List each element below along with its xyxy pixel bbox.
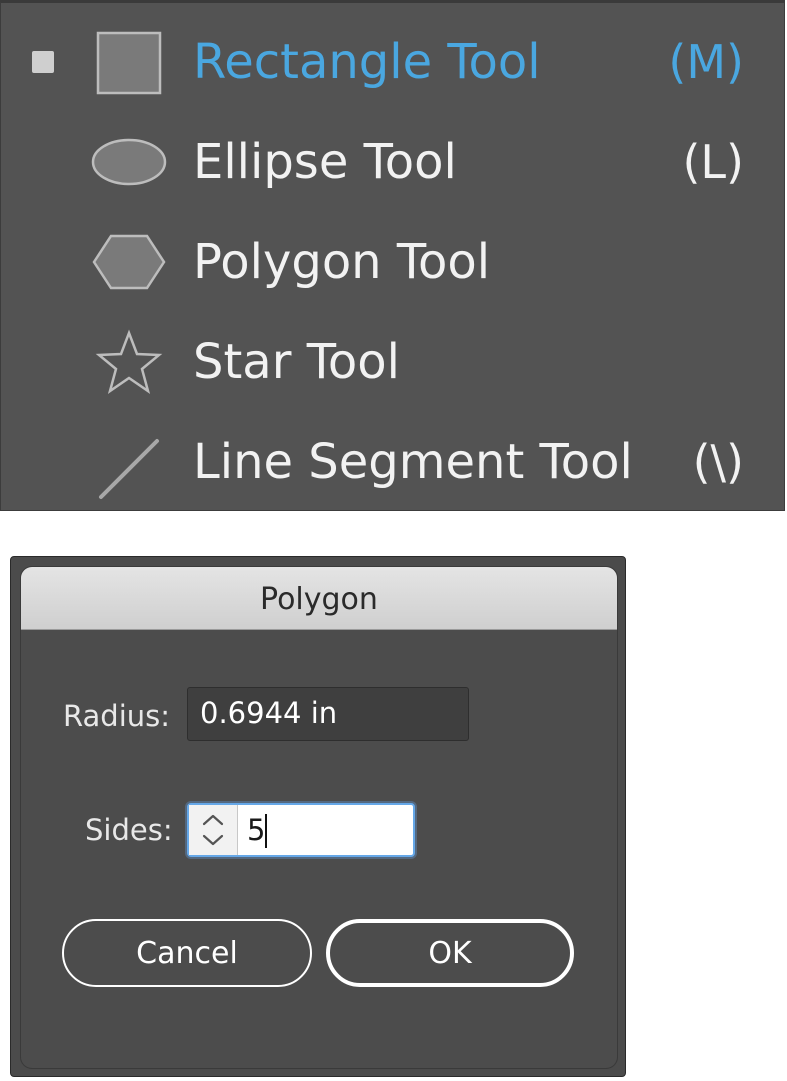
sides-label: Sides: <box>85 813 173 847</box>
menu-item-label: Ellipse Tool <box>193 134 457 190</box>
radius-input[interactable]: 0.6944 in <box>187 687 469 741</box>
stepper-chevrons-icon <box>202 814 224 846</box>
text-caret <box>265 814 267 848</box>
ellipse-icon <box>91 138 167 186</box>
menu-item-shortcut: (L) <box>682 135 744 189</box>
dialog-titlebar[interactable]: Polygon <box>21 567 617 630</box>
dialog-frame: Polygon Radius: 0.6944 in Sides: 5 Cance… <box>20 566 618 1069</box>
menu-item-star-tool[interactable]: Star Tool <box>1 312 786 412</box>
sides-stepper[interactable] <box>189 805 238 855</box>
page: Rectangle Tool (M) Ellipse Tool (L) Poly… <box>0 0 787 1081</box>
line-segment-icon <box>99 439 159 499</box>
menu-item-label: Star Tool <box>193 334 400 390</box>
radius-label: Radius: <box>63 699 171 733</box>
menu-item-shortcut: (\) <box>692 435 744 489</box>
cancel-button[interactable]: Cancel <box>62 919 312 987</box>
polygon-icon <box>92 234 166 290</box>
menu-item-label: Polygon Tool <box>193 234 491 290</box>
menu-item-line-segment-tool[interactable]: Line Segment Tool (\) <box>1 412 786 512</box>
menu-item-rectangle-tool[interactable]: Rectangle Tool (M) <box>1 12 786 112</box>
sides-input[interactable]: 5 <box>247 813 265 847</box>
menu-item-shortcut: (M) <box>668 35 744 89</box>
menu-item-label: Rectangle Tool <box>193 34 541 90</box>
star-icon <box>95 329 163 394</box>
active-tool-indicator <box>32 51 54 73</box>
rectangle-icon <box>96 31 162 95</box>
menu-item-ellipse-tool[interactable]: Ellipse Tool (L) <box>1 112 786 212</box>
menu-item-label: Line Segment Tool <box>193 434 633 490</box>
ok-button[interactable]: OK <box>326 919 574 987</box>
menu-item-polygon-tool[interactable]: Polygon Tool <box>1 212 786 312</box>
sides-field[interactable]: 5 <box>187 803 415 857</box>
shape-tools-flyout-menu: Rectangle Tool (M) Ellipse Tool (L) Poly… <box>0 0 785 511</box>
dialog-title: Polygon <box>260 582 378 617</box>
polygon-dialog: Polygon Radius: 0.6944 in Sides: 5 Cance… <box>10 556 626 1077</box>
